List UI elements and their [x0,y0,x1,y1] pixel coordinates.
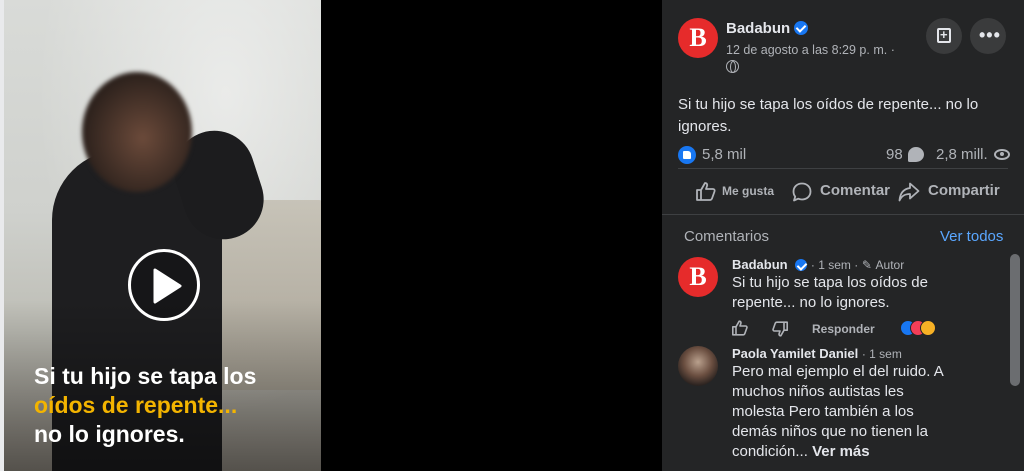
caption-line-3: no lo ignores. [34,421,185,447]
globe-icon [726,60,739,73]
comment-author-row: Badabun · 1 sem · ✎ Autor [732,257,904,272]
thumbs-up-icon [696,182,716,201]
comment-actions: Responder [732,320,962,338]
divider [678,168,1008,169]
like-count[interactable]: 5,8 mil [702,146,746,163]
save-button[interactable] [926,18,962,54]
comment-label: Comentar [820,182,891,199]
more-options-button[interactable]: ••• [970,18,1006,54]
comment-avatar[interactable] [678,346,718,386]
post-actions: Me gusta Comentar Compartir [678,174,1008,208]
video-child-head [82,72,192,192]
see-more-link[interactable]: Ver más [812,443,870,460]
caption-line-2: oídos de repente... [34,392,238,418]
play-button[interactable] [128,249,200,321]
post-stats: 5,8 mil 98 2,8 mill. [678,144,1012,166]
author-name[interactable]: Badabun [726,20,790,37]
view-count: 2,8 mill. [936,146,988,163]
comment-button[interactable]: Comentar [792,174,890,208]
comment-text-block: Pero mal ejemplo el del ruido. A muchos … [732,362,952,471]
author-badge: Autor [875,258,905,272]
post-text: Si tu hijo se tapa los oídos de repente.… [678,96,979,135]
comment-time[interactable]: · 1 sem · [811,258,858,272]
share-button[interactable]: Compartir [898,174,1000,208]
haha-reaction-icon [920,320,936,336]
reply-button[interactable]: Responder [812,322,875,336]
verified-badge-icon [794,21,809,35]
like-label: Me gusta [722,184,775,198]
post-header: B Badabun 12 de agosto a las 8:29 p. m. … [662,0,1024,80]
caption-line-1: Si tu hijo se tapa los [34,363,257,389]
eye-icon [994,149,1010,160]
pencil-icon: ✎ [861,258,872,272]
video-caption: Si tu hijo se tapa los oídos de repente.… [34,362,314,449]
see-all-link[interactable]: Ver todos [940,228,1003,245]
save-icon [937,27,951,43]
comment-icon [908,147,924,162]
play-icon [153,268,182,304]
section-divider [662,214,1024,215]
video-player[interactable]: Si tu hijo se tapa los oídos de repente.… [4,0,321,471]
comments-title: Comentarios [684,228,770,245]
author-name-row: Badabun [726,20,809,37]
like-reaction-icon [678,146,696,164]
comment-author[interactable]: Paola Yamilet Daniel [732,346,858,361]
more-icon: ••• [979,25,1001,45]
post-panel: B Badabun 12 de agosto a las 8:29 p. m. … [662,0,1024,471]
comment-reactions[interactable] [900,320,950,338]
comment-author[interactable]: Badabun [732,257,788,272]
comments-scrollbar[interactable] [1010,254,1020,386]
comment-avatar[interactable]: B [678,257,718,297]
comment-like-icon[interactable] [732,320,748,336]
comment-author-row: Paola Yamilet Daniel · 1 sem [732,346,902,361]
page-avatar[interactable]: B [678,18,718,58]
share-icon [898,182,920,202]
share-label: Compartir [928,182,1000,199]
comment-text: Si tu hijo se tapa los oídos de repente.… [732,274,928,311]
post-timestamp[interactable]: 12 de agosto a las 8:29 p. m. · [726,43,895,57]
comment-time[interactable]: · 1 sem [862,347,902,361]
like-button[interactable]: Me gusta [696,174,774,208]
comment-dislike-icon[interactable] [772,321,788,337]
verified-badge-icon [795,259,808,271]
comment-bubble-icon [792,182,812,202]
comment-count[interactable]: 98 [886,146,903,163]
